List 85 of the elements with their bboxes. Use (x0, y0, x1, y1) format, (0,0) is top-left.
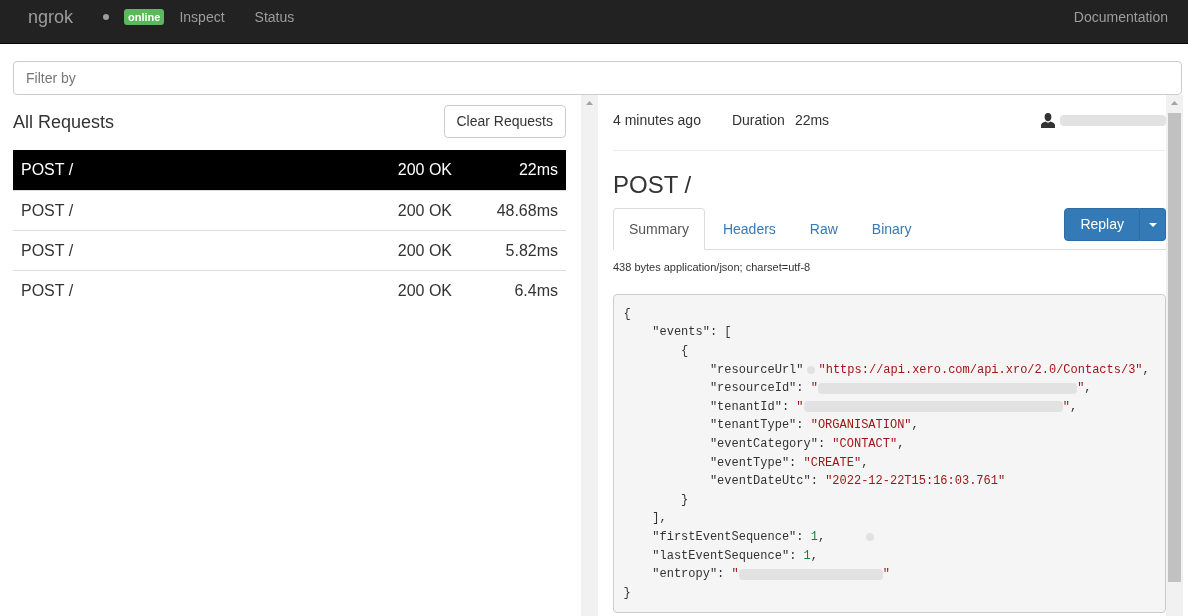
json-string: "ORGANISATION" (810, 417, 912, 435)
json-key: "tenantId" (709, 397, 782, 416)
json-key: "eventType" (709, 453, 790, 472)
duration-label: Duration (731, 110, 785, 130)
request-duration: 22ms (518, 160, 558, 180)
json-key: "eventDateUtc" (709, 472, 811, 491)
json-punctuation: , (911, 417, 919, 435)
json-punctuation: : (796, 417, 805, 435)
separator-dot-icon (103, 14, 110, 20)
json-number: 1 (803, 547, 811, 565)
json-key: "resourceUrl" (709, 360, 804, 379)
json-string: " (810, 380, 818, 398)
json-punctuation: , (897, 435, 905, 453)
scroll-up-arrow-icon[interactable] (586, 101, 593, 105)
nav-link[interactable]: Status (239, 7, 310, 27)
json-punctuation: , (1069, 398, 1078, 416)
user-icon (1041, 112, 1055, 128)
request-status: 200 OK (397, 240, 452, 261)
json-string: " (796, 398, 804, 416)
brand-logo[interactable]: ngrok (28, 7, 74, 27)
time-ago: 4 minutes ago (613, 110, 701, 130)
json-punctuation: : (717, 566, 726, 584)
content-info: 438 bytes application/json; charset=utf-8 (613, 260, 812, 275)
request-path: POST / (20, 280, 74, 301)
request-status: 200 OK (397, 280, 452, 301)
json-string: "2022-12-22T15:16:03.761" (825, 473, 1006, 491)
request-status: 200 OK (397, 200, 452, 221)
json-punctuation: ], (652, 510, 667, 528)
json-string: "CREATE" (803, 454, 862, 472)
scrollbar-thumb[interactable] (1168, 113, 1181, 582)
tab[interactable]: Summary (613, 208, 705, 250)
json-punctuation: : (810, 473, 819, 491)
request-path: POST / (20, 160, 74, 180)
json-punctuation: } (681, 491, 689, 509)
json-punctuation: { (681, 343, 689, 360)
json-string: " (1062, 398, 1070, 416)
request-duration: 6.4ms (514, 280, 558, 301)
request-title: POST / (613, 172, 693, 198)
json-string: " (731, 566, 739, 584)
json-string: "https://api.xero.com/api.xro/2.0/Contacts/3" (818, 361, 1143, 379)
duration-value: 22ms (794, 110, 830, 130)
nav-link[interactable]: Documentation (1058, 7, 1183, 27)
json-punctuation: , (817, 528, 826, 546)
status-badge: online (124, 9, 165, 25)
json-key: "tenantType" (709, 416, 797, 435)
json-punctuation: : (789, 547, 798, 565)
caret-icon (1148, 222, 1157, 227)
json-punctuation: : (817, 435, 827, 453)
filter-input[interactable]: Filter by (13, 61, 1182, 95)
json-punctuation: : (789, 454, 798, 472)
nav-link[interactable]: Inspect (164, 7, 240, 27)
replay-button[interactable]: Replay (1064, 208, 1140, 241)
json-punctuation: : (796, 380, 805, 398)
json-string: " (1077, 380, 1085, 398)
tab[interactable]: Binary (855, 208, 928, 250)
json-number: 1 (810, 528, 818, 546)
clear-requests-button[interactable]: Clear Requests (443, 105, 566, 138)
json-punctuation: : (781, 398, 791, 416)
json-key: "entropy" (652, 565, 718, 584)
json-punctuation: : [ (709, 324, 732, 342)
panel-title: All Requests (13, 110, 115, 133)
request-duration: 48.68ms (496, 200, 558, 221)
replay-dropdown-button[interactable] (1140, 208, 1166, 241)
json-punctuation: : (796, 528, 805, 546)
json-string: "CONTACT" (832, 435, 898, 453)
request-duration: 5.82ms (505, 240, 558, 261)
scroll-up-arrow-icon[interactable] (1171, 101, 1178, 105)
json-string: " (882, 566, 890, 584)
request-status: 200 OK (397, 160, 452, 180)
json-key: "lastEventSequence" (652, 546, 790, 565)
json-punctuation: , (1084, 380, 1092, 398)
json-key: "eventCategory" (709, 434, 818, 453)
request-row[interactable]: POST / 200 OK 22ms (13, 150, 566, 190)
json-punctuation: } (623, 584, 631, 602)
json-key: "firstEventSequence" (652, 527, 797, 546)
request-path: POST / (20, 200, 74, 221)
json-key: "events" (652, 323, 710, 342)
json-punctuation: , (810, 547, 818, 565)
json-punctuation: { (623, 305, 631, 323)
json-key: "resourceId" (709, 379, 797, 398)
json-punctuation: , (861, 454, 869, 472)
json-punctuation: , (1142, 361, 1150, 379)
tab[interactable]: Headers (706, 208, 792, 250)
tab[interactable]: Raw (793, 208, 854, 250)
request-path: POST / (20, 240, 74, 261)
